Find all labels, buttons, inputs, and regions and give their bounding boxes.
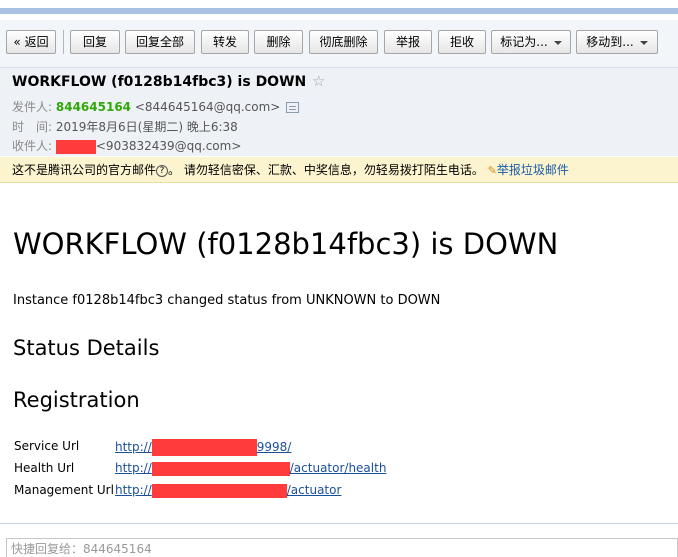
time-label: 时 间:: [12, 120, 53, 134]
mark-as-dropdown[interactable]: 标记为...: [491, 30, 571, 54]
mail-body: WORKFLOW (f0128b14fbc3) is DOWN Instance…: [0, 183, 678, 523]
management-url-label: Management Url: [14, 483, 114, 497]
status-details-heading: Status Details: [13, 336, 160, 360]
redacted-host: [151, 483, 287, 498]
reply-button[interactable]: 回复: [70, 30, 120, 54]
to-row: 收件人: <903832439@qq.com>: [12, 137, 241, 154]
management-url-suffix: /actuator: [286, 483, 342, 497]
toolbar-separator: [63, 30, 64, 54]
mail-header: WORKFLOW (f0128b14fbc3) is DOWN ☆ 发件人: 8…: [0, 68, 678, 156]
from-label: 发件人:: [12, 100, 53, 114]
management-url-prefix: http://: [115, 483, 152, 497]
back-button[interactable]: « 返回: [6, 30, 56, 54]
mail-subject: WORKFLOW (f0128b14fbc3) is DOWN: [12, 74, 307, 90]
delete-button[interactable]: 删除: [254, 30, 303, 54]
chevron-down-icon: [639, 40, 648, 45]
health-url-label: Health Url: [14, 461, 75, 475]
question-icon[interactable]: ?: [156, 164, 169, 177]
reject-button[interactable]: 拒收: [438, 30, 486, 54]
recipient-email: <903832439@qq.com>: [95, 139, 242, 153]
management-url-link[interactable]: http:// /actuator: [115, 483, 341, 498]
email-heading: WORKFLOW (f0128b14fbc3) is DOWN: [13, 227, 559, 261]
time-row: 时 间: 2019年8月6日(星期二) 晚上6:38: [12, 118, 238, 135]
registration-heading: Registration: [13, 388, 140, 412]
quick-reply-bar: 快捷回复给：844645164: [0, 523, 678, 557]
health-url-prefix: http://: [115, 461, 152, 475]
service-url-suffix: 9998/: [256, 440, 292, 454]
notice-text-start: 这不是腾讯公司的官方邮件: [12, 163, 157, 177]
to-label: 收件人:: [12, 139, 53, 153]
health-url-suffix: /actuator/health: [289, 461, 387, 475]
report-spam-link[interactable]: 举报垃圾邮件: [497, 163, 569, 177]
star-icon[interactable]: ☆: [312, 72, 325, 90]
report-button[interactable]: 举报: [384, 30, 432, 54]
address-book-icon[interactable]: [286, 102, 300, 113]
redacted-host: [151, 461, 290, 476]
top-accent-stripe: [0, 0, 678, 14]
move-to-label: 移动到...: [586, 35, 634, 49]
report-spam-icon: ✎: [487, 164, 497, 177]
time-value: 2019年8月6日(星期二) 晚上6:38: [55, 120, 238, 134]
redacted-host: [151, 439, 257, 456]
service-url-link[interactable]: http:// 9998/: [115, 439, 291, 456]
security-notice: 这不是腾讯公司的官方邮件?。 请勿轻信密保、汇款、中奖信息，勿轻易拨打陌生电话。…: [0, 157, 678, 183]
mail-toolbar: « 返回 回复 回复全部 转发 删除 彻底删除 举报 拒收 标记为... 移动到…: [0, 20, 678, 68]
move-to-dropdown[interactable]: 移动到...: [576, 30, 658, 54]
redacted-recipient-name: [55, 139, 96, 154]
mark-as-label: 标记为...: [500, 35, 548, 49]
delete-permanently-button[interactable]: 彻底删除: [309, 30, 378, 54]
quick-reply-input[interactable]: 快捷回复给：844645164: [6, 538, 678, 557]
sender-name[interactable]: 844645164: [56, 100, 131, 114]
reply-all-button[interactable]: 回复全部: [125, 30, 195, 54]
email-paragraph: Instance f0128b14fbc3 changed status fro…: [13, 293, 441, 308]
forward-button[interactable]: 转发: [201, 30, 249, 54]
health-url-link[interactable]: http:// /actuator/health: [115, 461, 386, 476]
notice-text-end: 。 请勿轻信密保、汇款、中奖信息，勿轻易拨打陌生电话。: [168, 163, 484, 177]
sender-email: <844645164@qq.com>: [134, 100, 281, 114]
chevron-down-icon: [553, 40, 562, 45]
from-row: 发件人: 844645164 <844645164@qq.com>: [12, 98, 300, 115]
service-url-prefix: http://: [115, 440, 152, 454]
service-url-label: Service Url: [14, 439, 80, 453]
